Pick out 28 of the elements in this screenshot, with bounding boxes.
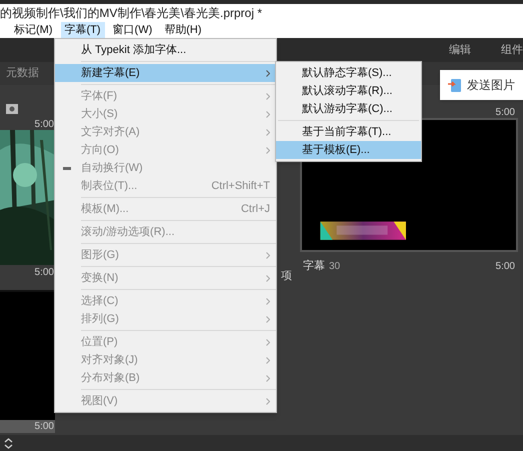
- workspace-tab[interactable]: 组件: [501, 42, 523, 58]
- clip-name: 字幕: [303, 258, 325, 274]
- submenu-item[interactable]: 基于当前字幕(T)...: [276, 123, 421, 141]
- send-icon: [448, 77, 462, 93]
- submenu-item[interactable]: 默认游动字幕(C)...: [276, 100, 421, 118]
- submenu-item[interactable]: 默认静态字幕(S)...: [276, 64, 421, 82]
- submenu-item[interactable]: 默认滚动字幕(R)...: [276, 82, 421, 100]
- workspace-tab[interactable]: 编辑: [449, 42, 471, 58]
- clip-duration: 5:00: [34, 118, 54, 132]
- bin-icon[interactable]: [6, 104, 18, 114]
- menu-item[interactable]: 从 Typekit 添加字体...: [55, 41, 276, 59]
- menu-bar-item[interactable]: 窗口(W): [108, 22, 156, 38]
- clip-duration: 5:00: [34, 266, 54, 280]
- clip-duration: 5:00: [496, 260, 516, 274]
- send-image-popup[interactable]: 发送图片: [440, 70, 523, 100]
- column-label: 项: [281, 269, 292, 283]
- sort-icon[interactable]: [4, 438, 13, 448]
- popup-label: 发送图片: [467, 77, 515, 94]
- menu-bar-item[interactable]: 字幕(T): [60, 22, 105, 38]
- submenu-item[interactable]: 基于模板(E)...: [276, 141, 421, 159]
- window-title: 的视频制作\我们的MV制作\春光美\春光美.prproj *: [0, 5, 262, 22]
- clip-duration: 5:00: [496, 106, 515, 120]
- panel-tab[interactable]: 元数据: [6, 65, 39, 82]
- menu-item[interactable]: 新建字幕(E): [55, 64, 276, 82]
- clip-count: 30: [329, 260, 340, 274]
- menu-bar-item[interactable]: 帮助(H): [160, 22, 206, 38]
- clip-duration: 5:00: [34, 420, 54, 434]
- menu-bar-item[interactable]: 标记(M): [10, 22, 56, 38]
